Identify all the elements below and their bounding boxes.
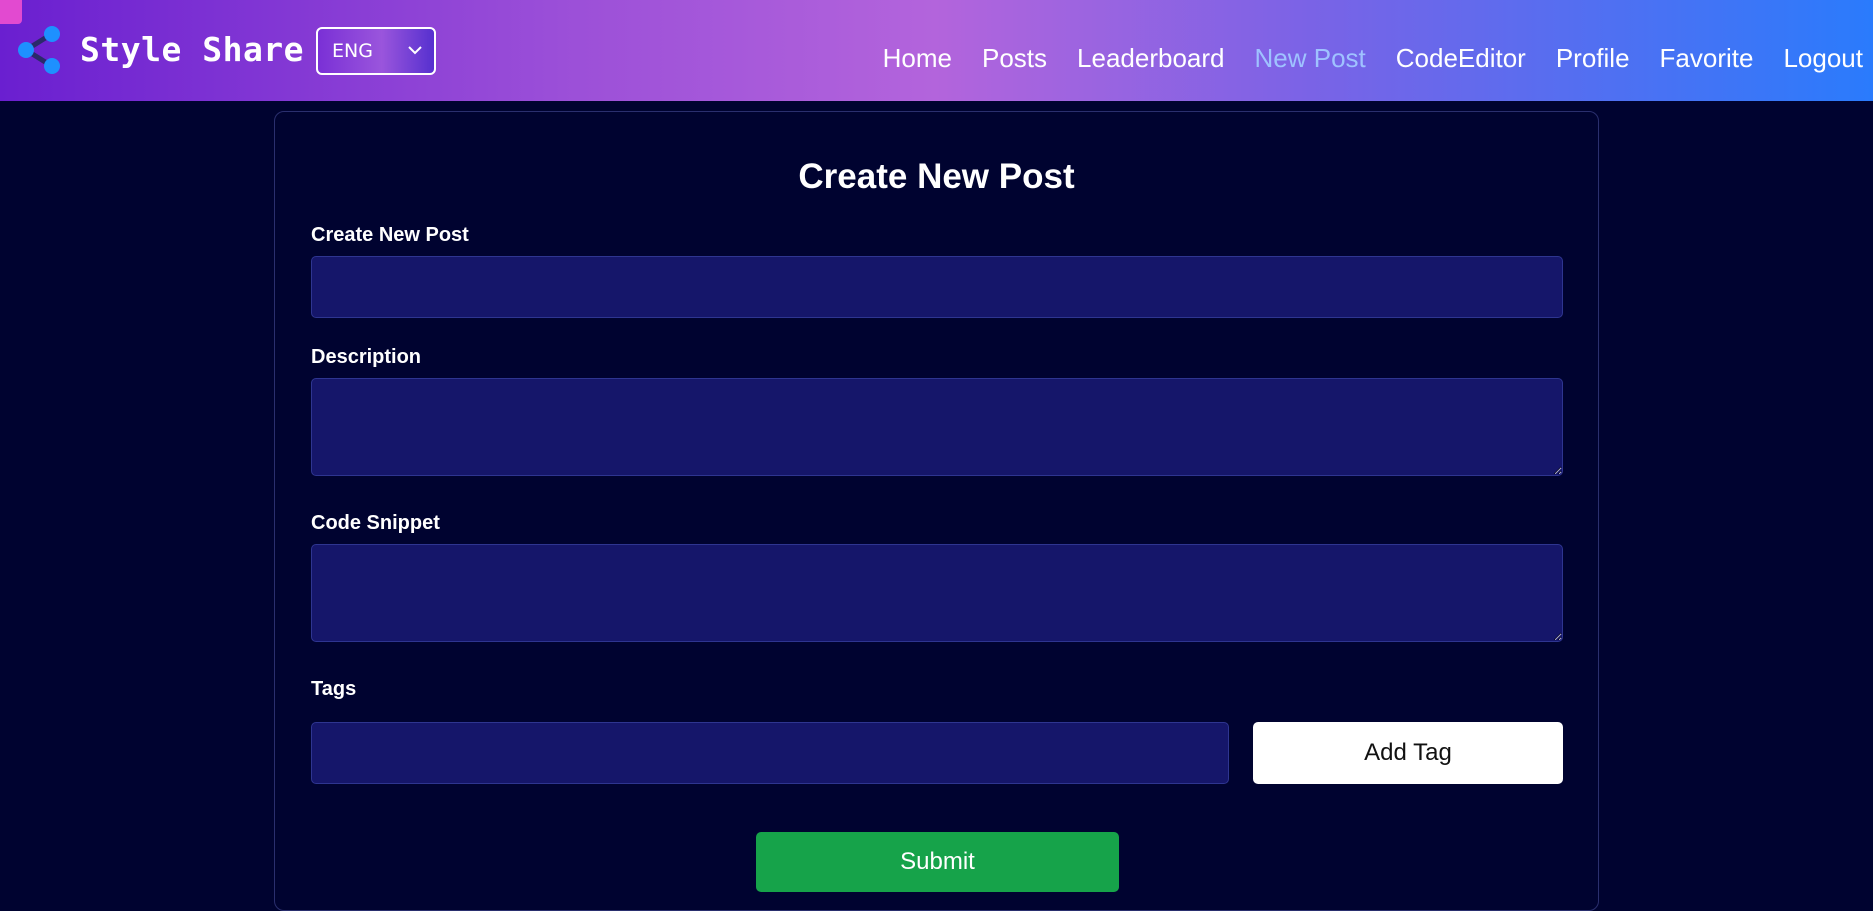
create-post-card: Create New Post Create New Post Descript… xyxy=(274,111,1599,911)
nav-profile[interactable]: Profile xyxy=(1556,38,1630,78)
corner-marker xyxy=(0,0,22,24)
navbar: Style Share ENG Home Posts Leaderboard N… xyxy=(0,0,1873,101)
description-textarea[interactable] xyxy=(311,378,1563,476)
language-selected: ENG xyxy=(332,40,373,62)
chevron-down-icon xyxy=(408,46,422,55)
code-snippet-textarea[interactable] xyxy=(311,544,1563,642)
nav-leaderboard[interactable]: Leaderboard xyxy=(1077,38,1224,78)
nav-links: Home Posts Leaderboard New Post CodeEdit… xyxy=(853,38,1863,78)
nav-favorite[interactable]: Favorite xyxy=(1660,38,1754,78)
nav-home[interactable]: Home xyxy=(883,38,952,78)
code-snippet-label: Code Snippet xyxy=(311,512,440,534)
description-label: Description xyxy=(311,346,422,368)
tags-label: Tags xyxy=(311,678,357,700)
nav-logout[interactable]: Logout xyxy=(1783,38,1863,78)
add-tag-button[interactable]: Add Tag xyxy=(1253,722,1563,784)
nav-new-post[interactable]: New Post xyxy=(1255,38,1366,78)
language-select[interactable]: ENG xyxy=(316,27,436,75)
post-title-label: Create New Post xyxy=(311,224,469,246)
nav-posts[interactable]: Posts xyxy=(982,38,1047,78)
page-title: Create New Post xyxy=(798,157,1075,196)
share-icon[interactable] xyxy=(14,25,64,75)
post-title-input[interactable] xyxy=(311,256,1563,318)
nav-code-editor[interactable]: CodeEditor xyxy=(1396,38,1526,78)
brand-title[interactable]: Style Share xyxy=(80,28,304,72)
tags-input[interactable] xyxy=(311,722,1229,784)
submit-button[interactable]: Submit xyxy=(756,832,1119,892)
